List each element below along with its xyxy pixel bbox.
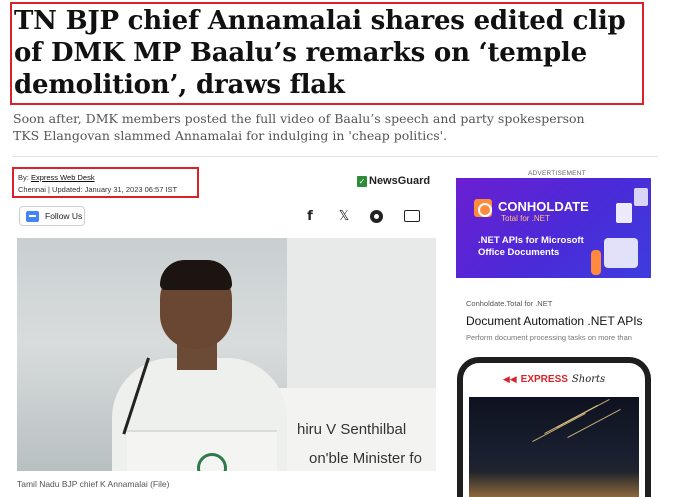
ad-title[interactable]: Document Automation .NET APIs	[466, 314, 652, 328]
newsguard-badge[interactable]: ✓ NewsGuard	[357, 175, 430, 187]
ad-label: ADVERTISEMENT	[528, 170, 586, 177]
ad-tagline: Total for .NET	[501, 214, 550, 223]
ad-description: Perform document processing tasks on mor…	[466, 333, 632, 342]
byline: By: Express Web Desk	[18, 172, 95, 183]
check-shield-icon: ✓	[357, 175, 367, 187]
whatsapp-icon[interactable]	[367, 207, 385, 225]
shorts-brand: EXPRESS	[520, 373, 568, 385]
conholdate-logo-icon	[474, 199, 492, 217]
photo-banner-text-2: on'ble Minister fo	[309, 450, 422, 467]
photo-caption: Tamil Nadu BJP chief K Annamalai (File)	[17, 479, 170, 489]
express-arrow-icon: ◀◀	[502, 373, 517, 384]
ad-banner[interactable]: CONHOLDATE Total for .NET .NET APIs for …	[456, 178, 651, 291]
x-icon[interactable]: 𝕏	[335, 207, 353, 225]
page-title: TN BJP chief Annamalai shares edited cli…	[14, 6, 626, 100]
comment-icon[interactable]	[403, 207, 421, 225]
dateline: Chennai | Updated: January 31, 2023 06:5…	[18, 185, 178, 194]
follow-label: Follow Us	[45, 211, 83, 221]
express-shorts-widget[interactable]: ◀◀ EXPRESS Shorts	[457, 357, 651, 497]
follow-us-button[interactable]: Follow Us	[19, 206, 85, 226]
newsguard-label: NewsGuard	[369, 175, 431, 187]
article-photo: hiru V Senthilbal on'ble Minister fo	[17, 238, 436, 471]
divider	[12, 156, 658, 157]
shorts-sub: Shorts	[571, 373, 606, 385]
ad-line-2: Office Documents	[478, 247, 560, 258]
google-news-icon	[26, 210, 39, 222]
byline-prefix: By:	[18, 173, 29, 182]
ad-source[interactable]: Conholdate.Total for .NET	[466, 299, 552, 308]
photo-banner-text-1: hiru V Senthilbal	[297, 421, 407, 438]
ad-brand: CONHOLDATE	[498, 199, 589, 214]
article-standfirst: Soon after, DMK members posted the full …	[13, 111, 585, 143]
shorts-header: ◀◀ EXPRESS Shorts	[463, 363, 645, 395]
ad-line-1: .NET APIs for Microsoft	[478, 235, 584, 246]
shorts-video-thumbnail[interactable]	[469, 397, 639, 497]
facebook-icon[interactable]: f	[301, 207, 319, 225]
author-link[interactable]: Express Web Desk	[31, 173, 95, 182]
